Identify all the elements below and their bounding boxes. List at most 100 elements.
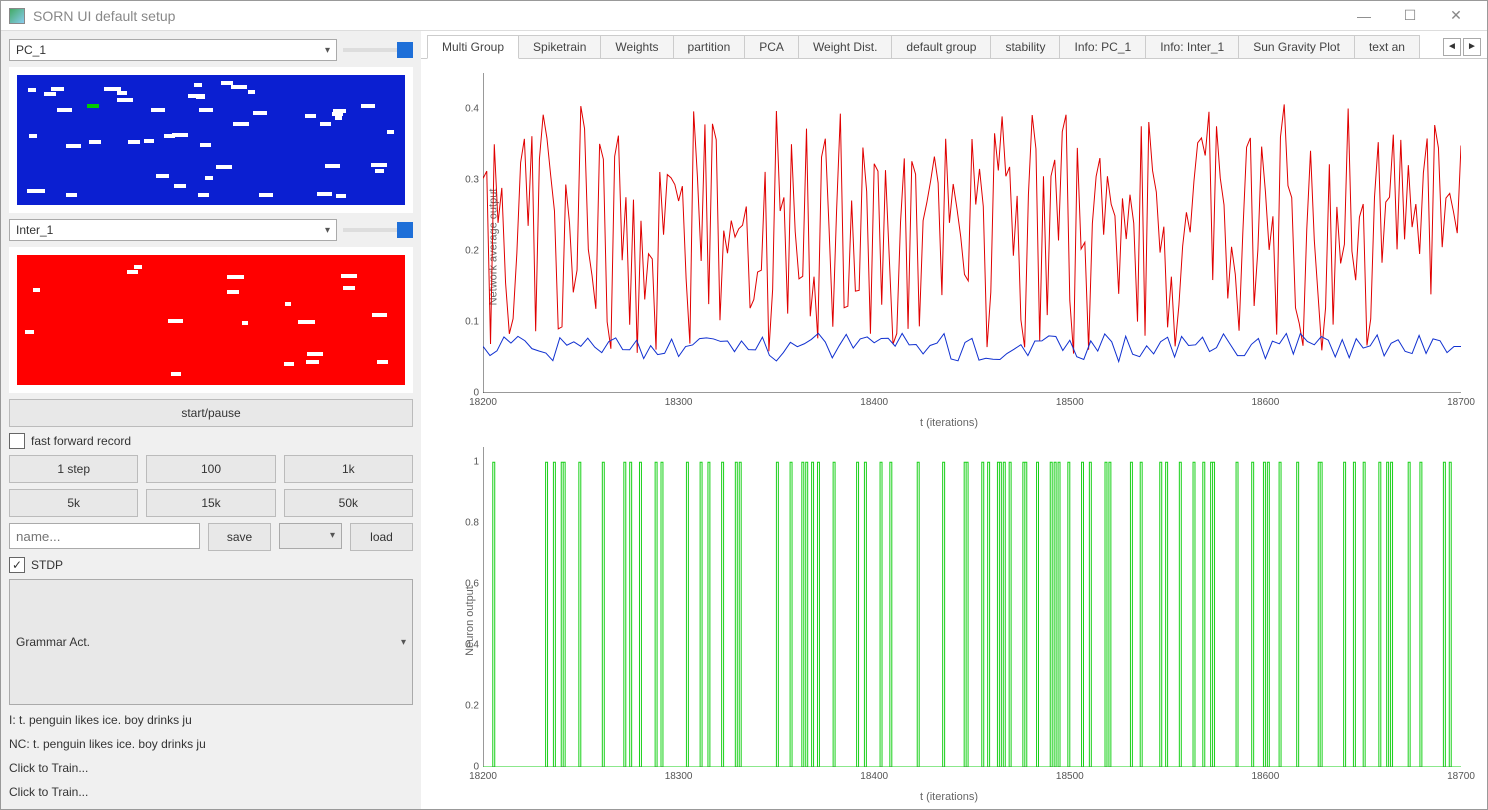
y-tick: 0.1 [465, 316, 479, 327]
start-pause-button[interactable]: start/pause [9, 399, 413, 427]
ff-record-label: fast forward record [31, 434, 131, 448]
tab-multi-group[interactable]: Multi Group [427, 35, 519, 59]
x-tick: 18300 [665, 397, 693, 408]
step-15k-button[interactable]: 15k [146, 489, 275, 517]
group-select-2-value: Inter_1 [16, 223, 53, 237]
step-100-button[interactable]: 100 [146, 455, 275, 483]
step-50k-button[interactable]: 50k [284, 489, 413, 517]
maximize-button[interactable]: ☐ [1387, 2, 1433, 30]
close-button[interactable]: ✕ [1433, 2, 1479, 30]
x-tick: 18200 [469, 397, 497, 408]
main-panel: Multi GroupSpiketrainWeightspartitionPCA… [421, 31, 1487, 809]
step-1-button[interactable]: 1 step [9, 455, 138, 483]
step-5k-button[interactable]: 5k [9, 489, 138, 517]
tab-partition[interactable]: partition [673, 35, 746, 58]
xlabel: t (iterations) [427, 417, 1471, 429]
step-label: 1k [342, 462, 355, 476]
tab-info-pc-1[interactable]: Info: PC_1 [1059, 35, 1146, 58]
x-tick: 18700 [1447, 771, 1475, 782]
raster-1 [17, 75, 405, 205]
stdp-check[interactable]: ✓ STDP [9, 557, 413, 573]
raster-2-panel [9, 247, 413, 393]
name-input[interactable] [9, 523, 200, 549]
x-tick: 18400 [860, 771, 888, 782]
chevron-down-icon: ▾ [325, 225, 330, 236]
x-tick: 18500 [1056, 771, 1084, 782]
tab-default-group[interactable]: default group [891, 35, 991, 58]
group-select-1-value: PC_1 [16, 43, 46, 57]
tab-sun-gravity-plot[interactable]: Sun Gravity Plot [1238, 35, 1355, 58]
train-link-1[interactable]: Click to Train... [9, 759, 413, 777]
slider-2[interactable] [343, 228, 413, 232]
info-line-1: I: t. penguin likes ice. boy drinks ju [9, 711, 413, 729]
step-label: 50k [339, 496, 358, 510]
chart-neuron-output: Neuron output 00.20.40.60.81 18200183001… [427, 439, 1471, 803]
slider-thumb[interactable] [397, 222, 413, 238]
step-1k-button[interactable]: 1k [284, 455, 413, 483]
x-tick: 18500 [1056, 397, 1084, 408]
titlebar: SORN UI default setup — ☐ ✕ [1, 1, 1487, 31]
y-tick: 0.3 [465, 174, 479, 185]
tab-nav: ◄ ► [1443, 35, 1487, 58]
y-tick: 0.4 [465, 103, 479, 114]
load-button[interactable]: load [350, 523, 413, 551]
chevron-down-icon: ▾ [401, 637, 406, 648]
x-tick: 18700 [1447, 397, 1475, 408]
save-load-row: save ▾ load [9, 523, 413, 551]
start-pause-label: start/pause [181, 406, 240, 420]
tab-info-inter-1[interactable]: Info: Inter_1 [1145, 35, 1239, 58]
tab-weight-dist-[interactable]: Weight Dist. [798, 35, 892, 58]
tab-text-an[interactable]: text an [1354, 35, 1420, 58]
checkbox-icon: ✓ [9, 557, 25, 573]
step-label: 1 step [57, 462, 90, 476]
tab-spiketrain[interactable]: Spiketrain [518, 35, 601, 58]
group-select-2[interactable]: Inter_1 ▾ [9, 219, 337, 241]
combo-row-1: PC_1 ▾ [9, 39, 413, 61]
minimize-button[interactable]: — [1341, 2, 1387, 30]
stdp-label: STDP [31, 558, 63, 572]
x-tick: 18600 [1251, 771, 1279, 782]
x-tick: 18400 [860, 397, 888, 408]
xlabel: t (iterations) [427, 791, 1471, 803]
y-tick: 1 [473, 457, 479, 468]
slider-thumb[interactable] [397, 42, 413, 58]
app-body: PC_1 ▾ Inter_1 ▾ start/pause [1, 31, 1487, 809]
slider-1[interactable] [343, 48, 413, 52]
raster-1-panel [9, 67, 413, 213]
grammar-select[interactable]: Grammar Act. ▾ [9, 579, 413, 705]
ff-record-check[interactable]: fast forward record [9, 433, 413, 449]
step-label: 5k [67, 496, 80, 510]
x-tick: 18600 [1251, 397, 1279, 408]
charts-area: Network average output 00.10.20.30.4 182… [421, 59, 1487, 809]
x-ticks: 182001830018400185001860018700 [483, 771, 1461, 785]
load-label: load [370, 530, 393, 544]
chart-network-output: Network average output 00.10.20.30.4 182… [427, 65, 1471, 429]
plot-area [483, 73, 1461, 393]
x-ticks: 182001830018400185001860018700 [483, 397, 1461, 411]
tab-scroll-left[interactable]: ◄ [1443, 38, 1461, 56]
app-window: SORN UI default setup — ☐ ✕ PC_1 ▾ Inter… [0, 0, 1488, 810]
info-line-2: NC: t. penguin likes ice. boy drinks ju [9, 735, 413, 753]
step-label: 15k [201, 496, 220, 510]
raster-2 [17, 255, 405, 385]
y-ticks: 00.20.40.60.81 [457, 447, 481, 767]
chevron-down-icon: ▾ [325, 45, 330, 56]
tab-pca[interactable]: PCA [744, 35, 799, 58]
plot-area [483, 447, 1461, 767]
y-tick: 0.4 [465, 640, 479, 651]
window-title: SORN UI default setup [33, 8, 1341, 24]
y-tick: 0.8 [465, 518, 479, 529]
grammar-value: Grammar Act. [16, 635, 90, 649]
y-tick: 0.6 [465, 579, 479, 590]
step-label: 100 [201, 462, 221, 476]
load-select[interactable]: ▾ [279, 523, 342, 549]
x-tick: 18200 [469, 771, 497, 782]
save-button[interactable]: save [208, 523, 271, 551]
chevron-down-icon: ▾ [330, 530, 335, 541]
tab-stability[interactable]: stability [990, 35, 1060, 58]
group-select-1[interactable]: PC_1 ▾ [9, 39, 337, 61]
train-link-2[interactable]: Click to Train... [9, 783, 413, 801]
tab-weights[interactable]: Weights [600, 35, 673, 58]
tab-scroll-right[interactable]: ► [1463, 38, 1481, 56]
y-tick: 0.2 [465, 701, 479, 712]
